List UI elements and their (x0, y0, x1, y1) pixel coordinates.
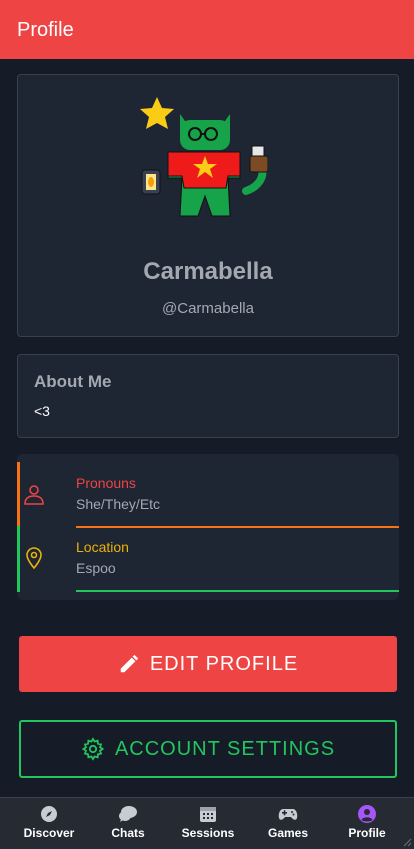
nav-label: Games (267, 826, 309, 840)
bottom-navigation: Discover Chats Sessions Games Profile (0, 797, 414, 849)
account-settings-label: ACCOUNT SETTINGS (114, 737, 336, 760)
gamepad-icon (278, 809, 298, 820)
location-value: Espoo (76, 560, 116, 576)
avatar (140, 97, 268, 217)
nav-item-discover[interactable]: Discover (9, 798, 89, 849)
nav-item-games[interactable]: Games (248, 798, 328, 849)
profile-card: Carmabella @Carmabella (17, 74, 399, 337)
calendar-icon (200, 807, 216, 822)
nav-item-chats[interactable]: Chats (88, 798, 168, 849)
pronouns-row: Pronouns She/They/Etc (17, 462, 399, 528)
about-card: About Me <3 (17, 354, 399, 438)
nav-label: Chats (111, 826, 145, 840)
location-label: Location (76, 539, 129, 555)
edit-profile-label: EDIT PROFILE (149, 652, 299, 675)
username-handle: @Carmabella (162, 300, 254, 317)
account-settings-button[interactable]: ACCOUNT SETTINGS (19, 720, 397, 778)
app-header: Profile (0, 0, 414, 59)
nav-label: Discover (23, 826, 75, 840)
user-circle-icon (358, 805, 376, 823)
nav-item-sessions[interactable]: Sessions (168, 798, 248, 849)
edit-profile-button[interactable]: EDIT PROFILE (19, 636, 397, 692)
nav-label: Sessions (181, 826, 235, 840)
pronouns-label: Pronouns (76, 475, 136, 491)
person-icon (24, 485, 44, 505)
display-name: Carmabella (143, 258, 273, 285)
resize-grip-icon (403, 838, 412, 847)
pronouns-value: She/They/Etc (76, 496, 161, 512)
about-text: <3 (34, 403, 50, 419)
nav-item-profile[interactable]: Profile (327, 798, 407, 849)
divider (76, 590, 399, 592)
nav-label: Profile (348, 826, 386, 840)
about-title: About Me (34, 372, 112, 391)
page-title: Profile (17, 19, 74, 41)
location-row: Location Espoo (17, 526, 399, 592)
info-card: Pronouns She/They/Etc Location Espoo (17, 454, 399, 600)
pencil-icon (120, 654, 138, 673)
chat-bubble-icon (119, 806, 137, 822)
compass-icon (41, 806, 57, 822)
map-pin-icon (26, 547, 42, 570)
gear-icon (81, 737, 105, 761)
